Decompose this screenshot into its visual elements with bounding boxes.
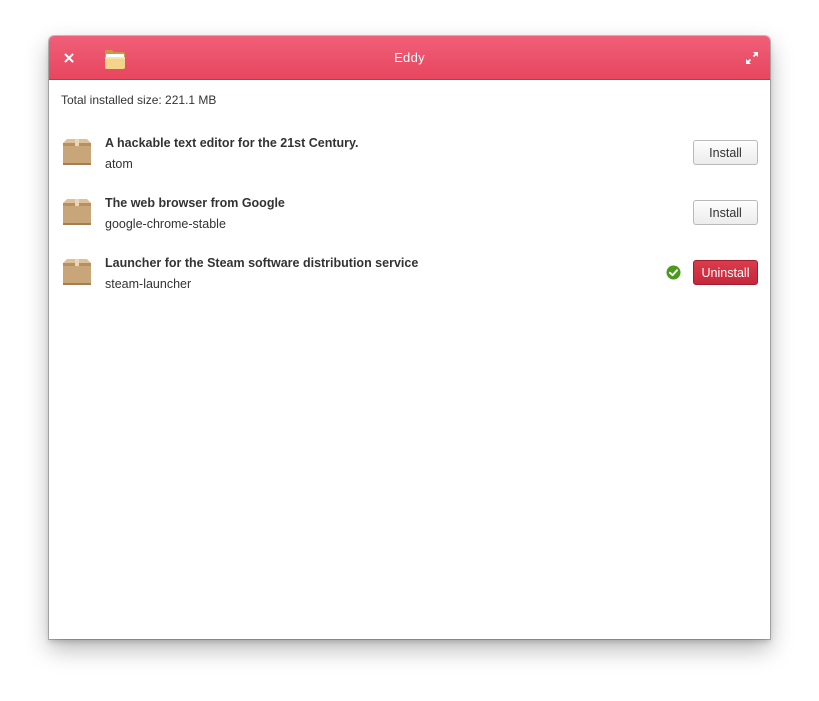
package-list-view: Total installed size: 221.1 MB A hackabl… bbox=[49, 80, 770, 639]
package-row: Launcher for the Steam software distribu… bbox=[49, 248, 770, 308]
install-button[interactable]: Install bbox=[693, 200, 758, 225]
package-row: A hackable text editor for the 21st Cent… bbox=[49, 128, 770, 188]
installed-check-icon bbox=[666, 265, 681, 280]
maximize-icon bbox=[746, 52, 758, 64]
app-window: Eddy Total installed size: 221.1 MB A ha… bbox=[49, 36, 770, 639]
uninstall-button[interactable]: Uninstall bbox=[693, 260, 758, 285]
package-icon bbox=[63, 259, 91, 285]
package-icon bbox=[63, 139, 91, 165]
window-title: Eddy bbox=[394, 50, 425, 65]
titlebar: Eddy bbox=[49, 36, 770, 80]
package-summary: Launcher for the Steam software distribu… bbox=[105, 256, 419, 270]
package-name: steam-launcher bbox=[105, 277, 192, 291]
package-name: google-chrome-stable bbox=[105, 217, 226, 231]
install-button[interactable]: Install bbox=[693, 140, 758, 165]
package-icon bbox=[63, 199, 91, 225]
maximize-button[interactable] bbox=[744, 50, 760, 66]
package-row: The web browser from Google google-chrom… bbox=[49, 188, 770, 248]
package-summary: The web browser from Google bbox=[105, 196, 285, 210]
installed-size-label: Total installed size: 221.1 MB bbox=[61, 93, 217, 107]
package-summary: A hackable text editor for the 21st Cent… bbox=[105, 136, 359, 150]
package-name: atom bbox=[105, 157, 133, 171]
